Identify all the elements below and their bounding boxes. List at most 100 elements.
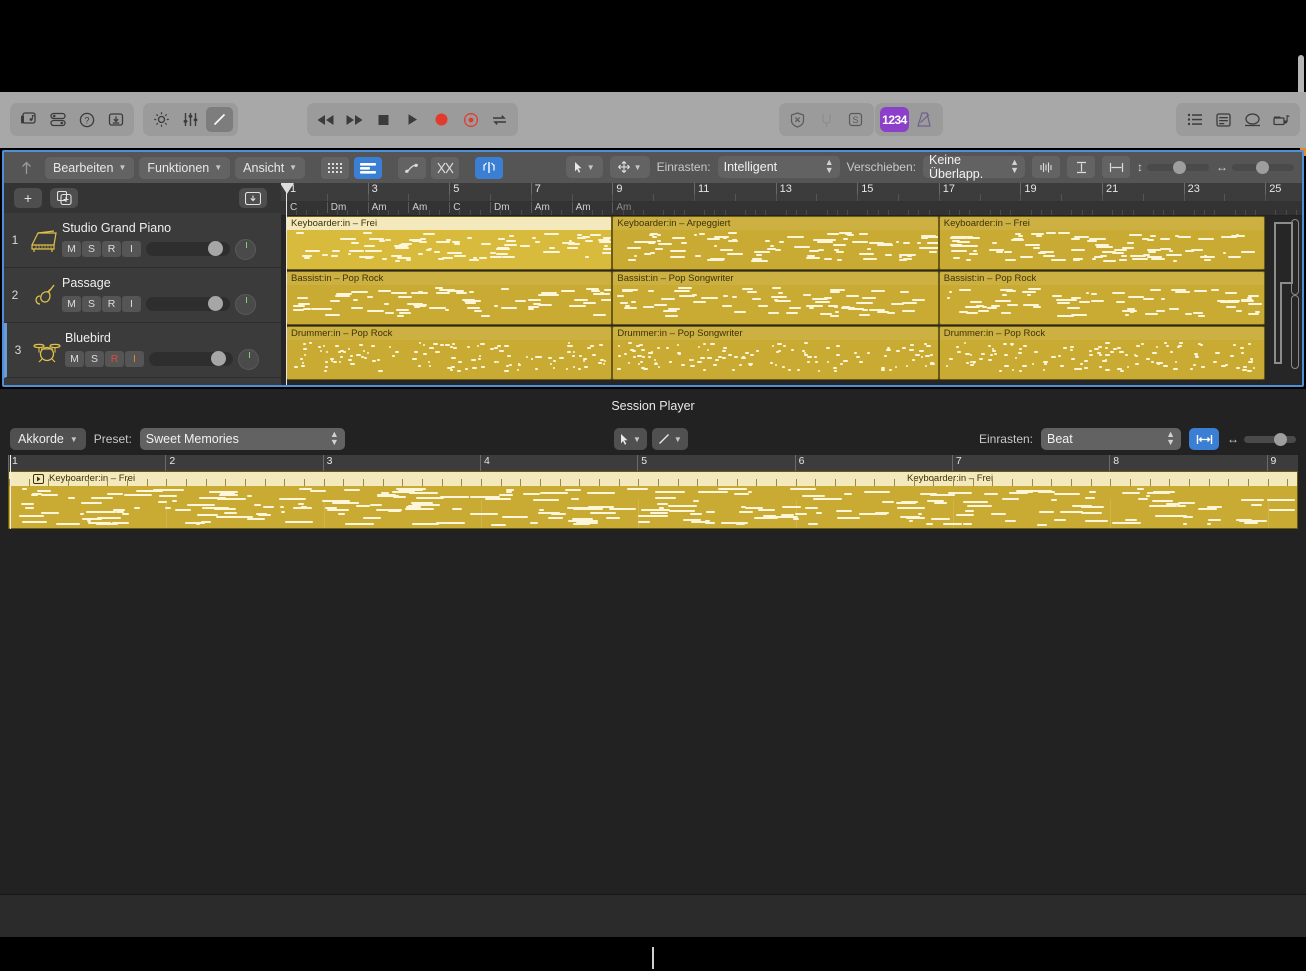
track-name[interactable]: Studio Grand Piano: [62, 221, 275, 235]
region[interactable]: Drummer:in – Pop Rock: [938, 326, 1266, 380]
notes-icon[interactable]: [1210, 107, 1237, 132]
add-track-icon[interactable]: +: [14, 188, 42, 208]
region[interactable]: Bassist:in – Pop Songwriter: [612, 271, 939, 325]
smart-controls-icon[interactable]: [148, 107, 175, 132]
count-in-button[interactable]: 1234: [880, 107, 909, 132]
grid-view-icon[interactable]: [321, 156, 350, 179]
fast-forward-icon[interactable]: [341, 107, 368, 132]
bar-ruler[interactable]: 1 3 5 7 9 11 13 15 17 19 21 23 25: [281, 183, 1302, 201]
tuning-fork-icon[interactable]: [813, 107, 840, 132]
input-monitor-button[interactable]: I: [122, 296, 141, 312]
record-icon[interactable]: [428, 107, 455, 132]
home-indicator[interactable]: [652, 947, 654, 969]
horizontal-zoom-icon[interactable]: [1102, 156, 1130, 178]
editor-snap-dropdown[interactable]: Beat ▲ ▼: [1041, 428, 1181, 450]
input-monitor-button[interactable]: I: [125, 351, 144, 367]
drag-dropdown[interactable]: Keine Überlapp. ▲ ▼: [923, 153, 1025, 181]
mode-dropdown[interactable]: Akkorde ▼: [10, 428, 86, 450]
editor-playhead[interactable]: [10, 455, 11, 529]
solo-icon[interactable]: S: [842, 107, 869, 132]
track-header-studio-grand-piano[interactable]: 1 Studio Grand Piano M S R I: [4, 213, 281, 268]
editor-zoom-track[interactable]: [1244, 432, 1296, 446]
preset-dropdown[interactable]: Sweet Memories ▲ ▼: [139, 428, 345, 450]
solo-button[interactable]: S: [82, 296, 101, 312]
hzoom-track[interactable]: [1232, 160, 1294, 174]
editor-region[interactable]: Keyboarder:in – Frei Keyboarder:in – Fre…: [8, 471, 1298, 529]
home-indicator-bar[interactable]: [0, 937, 1306, 971]
editor-region-header[interactable]: Keyboarder:in – Frei Keyboarder:in – Fre…: [9, 472, 1297, 486]
loop-browser-icon[interactable]: [1239, 107, 1266, 132]
track-pan-knob[interactable]: [238, 348, 259, 370]
region-lanes[interactable]: Keyboarder:in – Frei Keyboarder:in – Arpe…: [281, 216, 1302, 385]
menu-funktionen[interactable]: Funktionen ▼: [139, 156, 231, 179]
track-name[interactable]: Bluebird: [65, 331, 275, 345]
automation-icon[interactable]: [398, 156, 427, 179]
metronome-icon[interactable]: [911, 107, 938, 132]
record-enable-button[interactable]: R: [105, 351, 124, 367]
capture-recording-icon[interactable]: [457, 107, 484, 132]
region[interactable]: Bassist:in – Pop Rock: [286, 271, 613, 325]
menu-ansicht[interactable]: Ansicht ▼: [235, 156, 306, 179]
record-enable-button[interactable]: R: [102, 296, 121, 312]
cycle-icon[interactable]: [486, 107, 513, 132]
mixer-icon[interactable]: [177, 107, 204, 132]
arrange-area[interactable]: 1 3 5 7 9 11 13 15 17 19 21 23 25 C Dm Am Am C Dm Am Am Am K…: [281, 183, 1302, 385]
session-player-icon[interactable]: [475, 156, 504, 179]
editor-bar-ruler[interactable]: 123456789: [8, 455, 1298, 471]
vertical-zoom-slider[interactable]: ↕: [1137, 160, 1209, 174]
track-pan-knob[interactable]: [235, 293, 256, 315]
rewind-icon[interactable]: [312, 107, 339, 132]
mute-shield-icon[interactable]: [784, 107, 811, 132]
editor-zoom-slider[interactable]: ↔: [1227, 432, 1296, 446]
track-header-bluebird[interactable]: 3 Bluebird M S R I: [4, 323, 281, 378]
stop-icon[interactable]: [370, 107, 397, 132]
horizontal-zoom-slider[interactable]: ↔: [1216, 160, 1294, 174]
duplicate-track-icon[interactable]: [50, 188, 78, 208]
track-header-passage[interactable]: 2 Passage M S R I: [4, 268, 281, 323]
pointer-tool-icon[interactable]: ▼: [565, 156, 603, 178]
inspector-icon[interactable]: [44, 107, 71, 132]
bass-guitar-icon[interactable]: [26, 282, 62, 308]
drum-kit-icon[interactable]: [29, 337, 65, 363]
play-icon[interactable]: [399, 107, 426, 132]
mute-button[interactable]: M: [65, 351, 84, 367]
flex-icon[interactable]: [431, 156, 460, 179]
download-icon[interactable]: [102, 107, 129, 132]
region[interactable]: Bassist:in – Pop Rock: [938, 271, 1266, 325]
track-volume-slider[interactable]: [149, 351, 233, 366]
record-enable-button[interactable]: R: [102, 241, 121, 257]
fit-to-window-icon[interactable]: [1189, 428, 1219, 450]
list-editors-icon[interactable]: [1181, 107, 1208, 132]
editor-notes[interactable]: [9, 486, 1297, 528]
track-name[interactable]: Passage: [62, 276, 275, 290]
input-monitor-button[interactable]: I: [122, 241, 141, 257]
pointer-tool-icon[interactable]: ▼: [614, 428, 647, 450]
scrollbar-indicator[interactable]: [1272, 217, 1298, 367]
snap-dropdown[interactable]: Intelligent ▲ ▼: [717, 156, 840, 178]
vzoom-track[interactable]: [1147, 160, 1209, 174]
mute-button[interactable]: M: [62, 296, 81, 312]
waveform-icon[interactable]: [1032, 156, 1060, 178]
region[interactable]: Keyboarder:in – Frei: [938, 216, 1266, 270]
track-view-icon[interactable]: [354, 156, 383, 179]
track-pan-knob[interactable]: [235, 238, 256, 260]
menu-bearbeiten[interactable]: Bearbeiten ▼: [45, 156, 135, 179]
solo-button[interactable]: S: [82, 241, 101, 257]
track-volume-slider[interactable]: [146, 296, 230, 311]
region[interactable]: Keyboarder:in – Arpeggiert: [612, 216, 939, 270]
pencil-tool-icon[interactable]: ▼: [651, 428, 688, 450]
move-tool-icon[interactable]: ▼: [609, 156, 650, 178]
region[interactable]: Keyboarder:in – Frei: [286, 216, 613, 270]
region[interactable]: Drummer:in – Pop Rock: [286, 326, 613, 380]
mute-button[interactable]: M: [62, 241, 81, 257]
library-icon[interactable]: [15, 107, 42, 132]
play-region-icon[interactable]: [33, 474, 44, 484]
track-volume-slider[interactable]: [146, 241, 230, 256]
solo-button[interactable]: S: [85, 351, 104, 367]
help-icon[interactable]: ?: [73, 107, 100, 132]
track-stack-icon[interactable]: [239, 188, 267, 208]
chord-track[interactable]: C Dm Am Am C Dm Am Am Am: [281, 201, 1302, 216]
navigate-up-icon[interactable]: [12, 157, 40, 179]
editor-icon[interactable]: [206, 107, 233, 132]
grand-piano-icon[interactable]: [26, 227, 62, 253]
